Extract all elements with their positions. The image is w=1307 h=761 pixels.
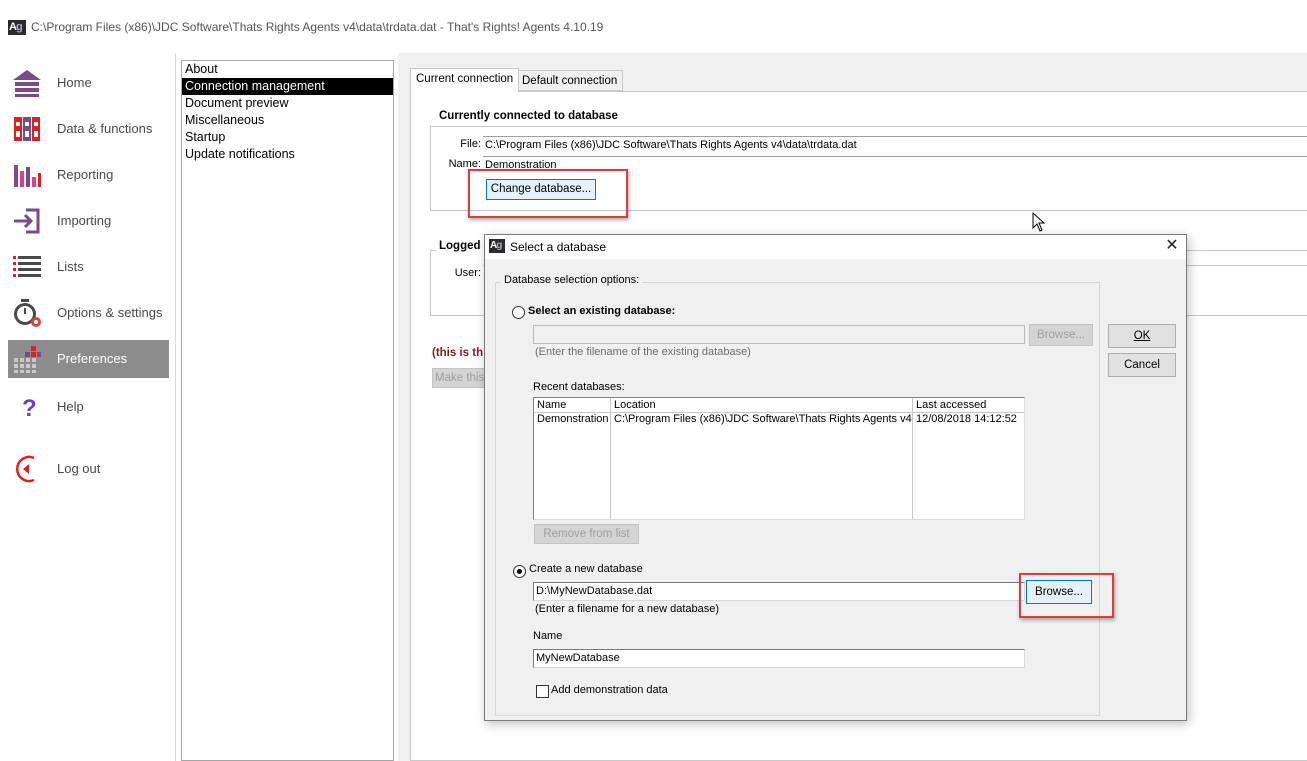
preferences-list: About Connection management Document pre… bbox=[181, 60, 394, 761]
sidebar-item-importing[interactable]: Importing bbox=[8, 202, 169, 240]
select-database-dialog: Ag Select a database ✕ Database selectio… bbox=[484, 234, 1187, 721]
sidebar-item-label: Importing bbox=[57, 213, 112, 228]
existing-database-input[interactable] bbox=[533, 325, 1025, 344]
app-window: Ag C:\Program Files (x86)\JDC Software\T… bbox=[0, 0, 1307, 761]
table-cell-location[interactable]: C:\Program Files (x86)\JDC Software\That… bbox=[611, 413, 912, 425]
mouse-cursor-icon bbox=[1032, 212, 1046, 232]
table-header-divider bbox=[534, 412, 1024, 413]
pref-item-document-preview[interactable]: Document preview bbox=[182, 95, 393, 112]
binders-icon bbox=[14, 117, 40, 141]
sidebar-item-home[interactable]: Home bbox=[8, 64, 169, 102]
dots-grid-icon bbox=[14, 346, 41, 373]
sidebar-item-log-out[interactable]: Log out bbox=[8, 450, 169, 488]
column-header-location[interactable]: Location bbox=[611, 399, 656, 411]
recent-databases-label: Recent databases: bbox=[533, 381, 625, 393]
column-header-last-accessed[interactable]: Last accessed bbox=[913, 399, 986, 411]
new-database-filename-input[interactable]: D:\MyNewDatabase.dat bbox=[533, 582, 1025, 601]
existing-database-label[interactable]: Select an existing database: bbox=[528, 305, 675, 317]
sidebar-item-options-settings[interactable]: Options & settings bbox=[8, 294, 169, 332]
recent-databases-table[interactable]: Name Demonstration Location C:\Program F… bbox=[533, 397, 1025, 520]
sidebar-item-lists[interactable]: Lists bbox=[8, 248, 169, 286]
table-cell-name[interactable]: Demonstration bbox=[534, 413, 610, 425]
home-icon bbox=[13, 70, 41, 97]
pref-item-startup[interactable]: Startup bbox=[182, 129, 393, 146]
cancel-button-label: Cancel bbox=[1124, 359, 1160, 371]
user-label: User: bbox=[454, 267, 481, 279]
sidebar-item-help[interactable]: ? Help bbox=[8, 388, 169, 426]
question-icon: ? bbox=[22, 395, 37, 422]
dialog-title-bar: Ag Select a database ✕ bbox=[485, 235, 1186, 259]
pref-item-about[interactable]: About bbox=[182, 61, 393, 78]
sidebar-item-label: Lists bbox=[57, 259, 84, 274]
pref-item-miscellaneous[interactable]: Miscellaneous bbox=[182, 112, 393, 129]
svg-text:?: ? bbox=[22, 395, 37, 422]
remove-from-list-button[interactable]: Remove from list bbox=[534, 524, 639, 544]
import-arrow-icon bbox=[14, 208, 40, 234]
browse-highlight-box bbox=[1019, 573, 1114, 618]
existing-browse-button[interactable]: Browse... bbox=[1029, 324, 1093, 346]
sidebar-item-label: Options & settings bbox=[57, 305, 163, 320]
column-location: Location C:\Program Files (x86)\JDC Soft… bbox=[611, 398, 913, 519]
sidebar-item-reporting[interactable]: Reporting bbox=[8, 156, 169, 194]
dialog-logo-icon: Ag bbox=[489, 239, 505, 253]
sidebar-item-label: Data & functions bbox=[57, 121, 153, 136]
stopwatch-gear-icon bbox=[14, 299, 41, 327]
connected-group-title: Currently connected to database bbox=[436, 110, 621, 122]
title-bar: Ag C:\Program Files (x86)\JDC Software\T… bbox=[0, 0, 1307, 53]
default-notice: (this is th bbox=[432, 347, 484, 359]
bar-chart-icon bbox=[14, 165, 41, 187]
create-database-radio[interactable] bbox=[513, 565, 526, 578]
name-label: Name bbox=[533, 630, 563, 642]
table-cell-last-accessed[interactable]: 12/08/2018 14:12:52 bbox=[913, 413, 1024, 425]
selection-options-title: Database selection options: bbox=[501, 274, 643, 286]
sidebar-item-data-functions[interactable]: Data & functions bbox=[8, 110, 169, 148]
new-database-name-input[interactable]: MyNewDatabase bbox=[533, 649, 1025, 668]
file-value: C:\Program Files (x86)\JDC Software\That… bbox=[483, 136, 1307, 154]
sidebar-item-label: Home bbox=[57, 75, 92, 90]
pref-item-update-notifications[interactable]: Update notifications bbox=[182, 146, 393, 163]
pref-item-connection-management[interactable]: Connection management bbox=[182, 78, 393, 95]
window-title: C:\Program Files (x86)\JDC Software\That… bbox=[31, 20, 604, 34]
sidebar-item-label: Preferences bbox=[57, 351, 128, 366]
app-logo-icon: Ag bbox=[8, 20, 26, 35]
new-database-hint: (Enter a filename for a new database) bbox=[535, 603, 720, 615]
tab-current-connection[interactable]: Current connection bbox=[410, 68, 520, 92]
existing-database-hint: (Enter the filename of the existing data… bbox=[535, 346, 751, 358]
column-name: Name Demonstration bbox=[534, 398, 611, 519]
highlight-box bbox=[468, 169, 628, 218]
dialog-title: Select a database bbox=[510, 240, 607, 254]
file-label: File: bbox=[460, 138, 481, 150]
existing-database-radio[interactable] bbox=[512, 306, 525, 319]
tab-default-connection[interactable]: Default connection bbox=[516, 70, 624, 91]
sidebar: Home Data & functions Reporting Importin… bbox=[0, 53, 176, 761]
sidebar-item-preferences[interactable]: Preferences bbox=[8, 340, 169, 378]
ok-button[interactable]: OK bbox=[1108, 324, 1176, 348]
add-demo-data-checkbox[interactable] bbox=[536, 685, 549, 698]
sidebar-item-label: Reporting bbox=[57, 167, 114, 182]
column-header-name[interactable]: Name bbox=[534, 399, 566, 411]
add-demo-data-label[interactable]: Add demonstration data bbox=[551, 684, 668, 696]
close-icon[interactable]: ✕ bbox=[1165, 238, 1179, 254]
sidebar-item-label: Log out bbox=[57, 461, 101, 476]
logout-icon bbox=[16, 455, 35, 483]
create-database-label[interactable]: Create a new database bbox=[529, 563, 643, 575]
column-last-accessed: Last accessed 12/08/2018 14:12:52 bbox=[913, 398, 1024, 519]
sidebar-item-label: Help bbox=[57, 399, 84, 414]
ok-button-label: OK bbox=[1133, 330, 1151, 342]
logged-group-title: Logged bbox=[436, 240, 484, 252]
list-icon bbox=[13, 256, 41, 277]
cancel-button[interactable]: Cancel bbox=[1108, 353, 1176, 377]
